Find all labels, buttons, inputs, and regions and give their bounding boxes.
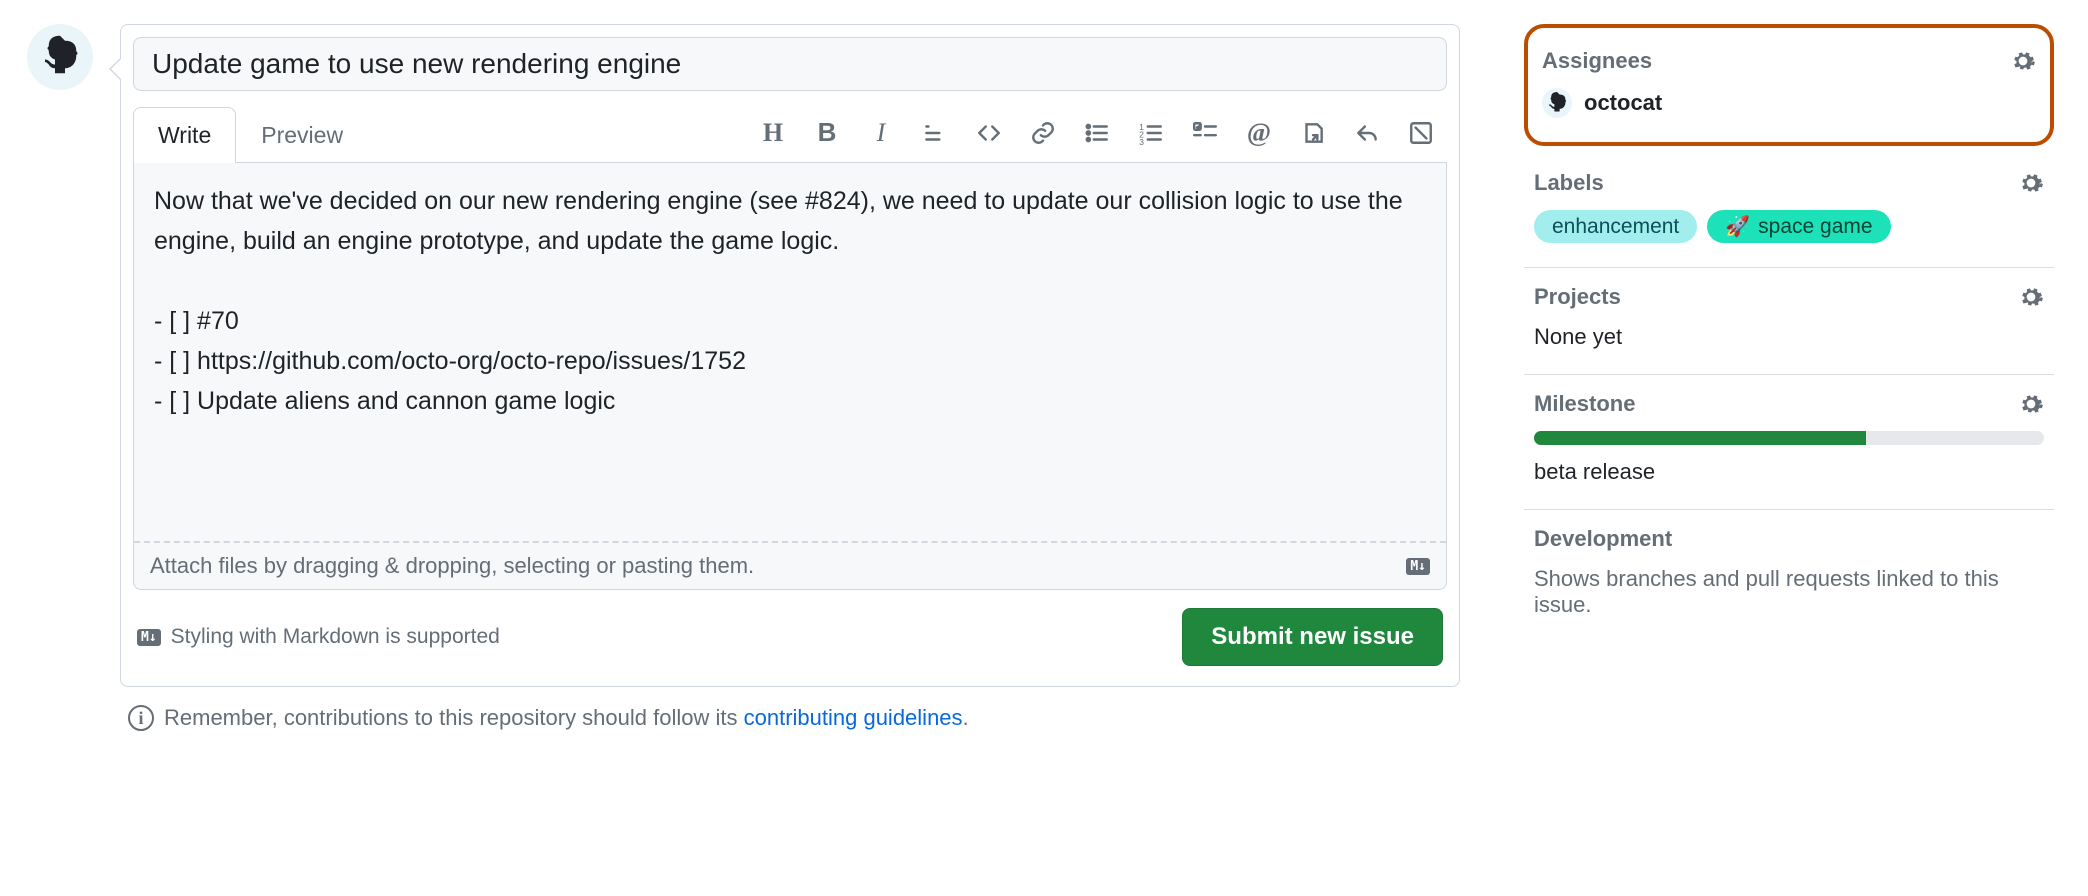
unordered-list-icon[interactable] — [1083, 119, 1111, 147]
label-space-game-text: space game — [1758, 215, 1872, 239]
reply-icon[interactable] — [1353, 119, 1381, 147]
assignees-header: Assignees — [1542, 48, 1652, 74]
label-enhancement[interactable]: enhancement — [1534, 210, 1697, 243]
milestone-progress-fill — [1534, 431, 1866, 445]
tab-preview[interactable]: Preview — [236, 107, 368, 163]
development-header: Development — [1534, 526, 1672, 552]
labels-section: Labels enhancement 🚀 space game — [1524, 154, 2054, 268]
rocket-emoji-icon: 🚀 — [1725, 214, 1750, 239]
projects-header: Projects — [1534, 284, 1621, 310]
projects-section: Projects None yet — [1524, 268, 2054, 375]
markdown-toolbar: H B I 123 — [759, 119, 1447, 147]
development-value: Shows branches and pull requests linked … — [1534, 566, 2044, 618]
octocat-icon — [35, 32, 85, 82]
gear-icon[interactable] — [2018, 170, 2044, 196]
gear-icon[interactable] — [2018, 284, 2044, 310]
info-icon: i — [128, 705, 154, 731]
projects-value: None yet — [1534, 324, 2044, 350]
assignee-avatar — [1542, 88, 1572, 118]
development-section: Development Shows branches and pull requ… — [1524, 510, 2054, 642]
ordered-list-icon[interactable]: 123 — [1137, 119, 1165, 147]
label-space-game[interactable]: 🚀 space game — [1707, 210, 1890, 243]
milestone-progress-bar — [1534, 431, 2044, 445]
markdown-badge-icon: M↓ — [137, 629, 161, 646]
editor-tab-bar: Write Preview H B I — [133, 103, 1447, 163]
bold-icon[interactable]: B — [813, 119, 841, 147]
labels-header: Labels — [1534, 170, 1604, 196]
milestone-header: Milestone — [1534, 391, 1635, 417]
svg-text:3: 3 — [1139, 136, 1144, 145]
contributing-guidelines-link[interactable]: contributing guidelines — [744, 705, 963, 730]
assignees-section: Assignees octocat — [1524, 24, 2054, 146]
tab-write[interactable]: Write — [133, 107, 236, 163]
contributing-reminder: i Remember, contributions to this reposi… — [120, 705, 1460, 731]
issue-title-input[interactable] — [133, 37, 1447, 91]
milestone-value[interactable]: beta release — [1534, 459, 2044, 485]
quote-icon[interactable] — [921, 119, 949, 147]
task-list-icon[interactable] — [1191, 119, 1219, 147]
octocat-icon — [1544, 90, 1570, 116]
italic-icon[interactable]: I — [867, 119, 895, 147]
user-avatar[interactable] — [27, 24, 93, 90]
issue-sidebar: Assignees octocat Labels — [1524, 24, 2054, 642]
remember-suffix: . — [963, 705, 969, 730]
markdown-badge-icon[interactable]: M↓ — [1406, 558, 1430, 575]
milestone-section: Milestone beta release — [1524, 375, 2054, 510]
remember-prefix: Remember, contributions to this reposito… — [164, 705, 744, 730]
assignee-user[interactable]: octocat — [1542, 88, 2036, 118]
markdown-support-text: Styling with Markdown is supported — [171, 625, 500, 649]
issue-body-textarea[interactable]: Now that we've decided on our new render… — [134, 163, 1446, 543]
link-icon[interactable] — [1029, 119, 1057, 147]
mention-icon[interactable]: @ — [1245, 119, 1273, 147]
code-icon[interactable] — [975, 119, 1003, 147]
submit-new-issue-button[interactable]: Submit new issue — [1182, 608, 1443, 666]
diff-icon[interactable] — [1407, 119, 1435, 147]
gear-icon[interactable] — [2018, 391, 2044, 417]
new-issue-form: Write Preview H B I — [120, 24, 1460, 687]
attach-hint[interactable]: Attach files by dragging & dropping, sel… — [150, 553, 754, 579]
assignee-username: octocat — [1584, 90, 1662, 116]
gear-icon[interactable] — [2010, 48, 2036, 74]
heading-icon[interactable]: H — [759, 119, 787, 147]
cross-reference-icon[interactable] — [1299, 119, 1327, 147]
